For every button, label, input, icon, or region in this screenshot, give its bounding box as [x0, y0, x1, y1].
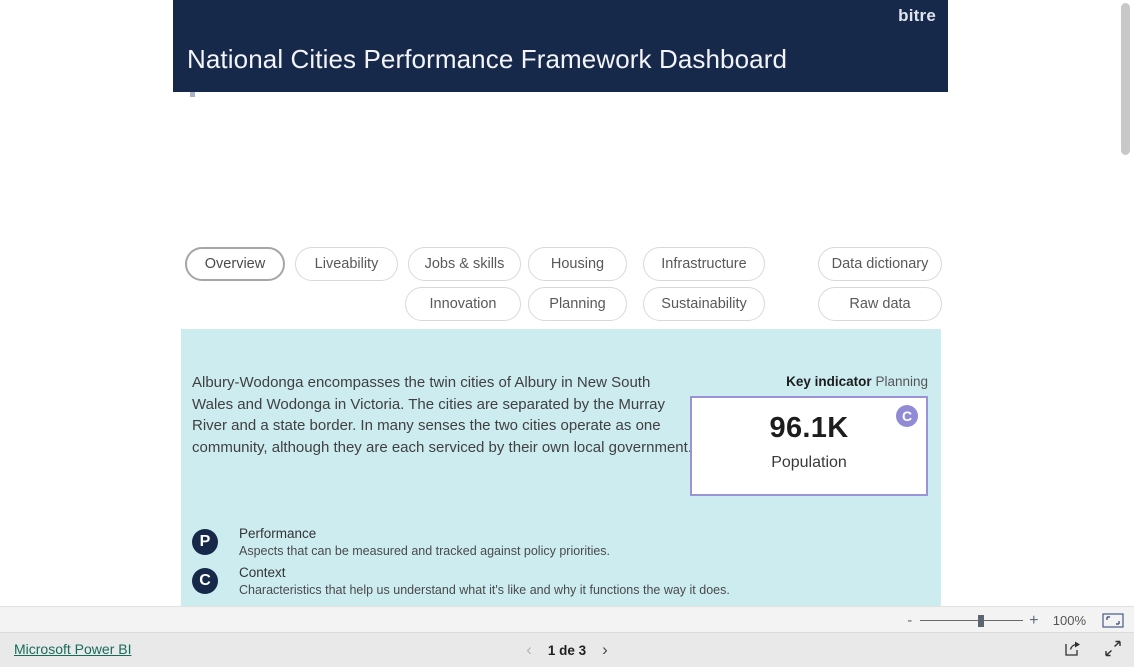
legend-row-context: C Context Characteristics that help us u…	[188, 565, 928, 606]
nav-row-secondary: Innovation Planning Sustainability Raw d…	[181, 287, 951, 321]
nav-button-jobs-skills[interactable]: Jobs & skills	[408, 247, 521, 281]
page-indicator-label: 1 de 3	[547, 642, 587, 658]
nav-button-overview[interactable]: Overview	[185, 247, 285, 281]
report-canvas: bitre National Cities Performance Framew…	[0, 0, 1134, 606]
report-footer: Microsoft Power BI ‹ 1 de 3 ›	[0, 633, 1134, 667]
zoom-toolbar: - + 100%	[0, 606, 1134, 633]
next-page-chevron-icon[interactable]: ›	[602, 641, 608, 658]
page-navigator: ‹ 1 de 3 ›	[0, 641, 1134, 658]
nav-button-sustainability[interactable]: Sustainability	[643, 287, 765, 321]
nav-button-planning[interactable]: Planning	[528, 287, 627, 321]
zoom-in-button[interactable]: +	[1025, 612, 1043, 630]
kpi-value: 96.1K	[769, 412, 849, 444]
zoom-controls: - + 100%	[902, 607, 1124, 634]
overview-content-panel: Albury-Wodonga encompasses the twin citi…	[181, 329, 941, 606]
nav-row-primary: Overview Liveability Jobs & skills Housi…	[181, 247, 951, 281]
context-badge-legend-icon: C	[192, 568, 218, 594]
fit-to-page-icon[interactable]	[1102, 613, 1124, 628]
vertical-scrollbar-thumb[interactable]	[1121, 3, 1130, 155]
fullscreen-icon[interactable]	[1104, 640, 1122, 657]
page-title: National Cities Performance Framework Da…	[187, 44, 788, 74]
nav-button-liveability[interactable]: Liveability	[295, 247, 398, 281]
legend-desc-context: Characteristics that help us understand …	[239, 583, 730, 597]
indicator-type-legend: P Performance Aspects that can be measur…	[188, 526, 928, 606]
zoom-slider-track	[919, 619, 1023, 621]
share-icon[interactable]	[1064, 640, 1082, 657]
nav-button-infrastructure[interactable]: Infrastructure	[643, 247, 765, 281]
header-artifact-dot	[190, 92, 195, 97]
previous-page-chevron-icon[interactable]: ‹	[526, 641, 532, 658]
zoom-slider-thumb[interactable]	[977, 614, 984, 627]
zoom-level-label: 100%	[1052, 613, 1086, 628]
performance-badge-icon: P	[192, 529, 218, 555]
nav-button-innovation[interactable]: Innovation	[405, 287, 521, 321]
legend-row-performance: P Performance Aspects that can be measur…	[188, 526, 928, 567]
legend-title-context: Context	[239, 565, 286, 580]
key-indicator-caption-category: Planning	[875, 374, 928, 389]
report-header-band: bitre National Cities Performance Framew…	[173, 0, 948, 92]
zoom-slider[interactable]	[919, 613, 1023, 629]
bitre-logo: bitre	[898, 6, 936, 25]
zoom-out-button[interactable]: -	[902, 612, 918, 629]
power-bi-report-viewer: bitre National Cities Performance Framew…	[0, 0, 1134, 667]
vertical-scrollbar[interactable]	[1117, 0, 1134, 606]
legend-title-performance: Performance	[239, 526, 317, 541]
kpi-label: Population	[771, 454, 847, 471]
nav-button-housing[interactable]: Housing	[528, 247, 627, 281]
nav-button-raw-data[interactable]: Raw data	[818, 287, 942, 321]
kpi-card-population[interactable]: C 96.1K Population	[690, 396, 928, 496]
city-description-text: Albury-Wodonga encompasses the twin citi…	[192, 374, 692, 456]
key-indicator-caption: Key indicator Planning	[690, 374, 928, 389]
key-indicator-block: Key indicator Planning C 96.1K Populatio…	[690, 374, 928, 496]
nav-button-data-dictionary[interactable]: Data dictionary	[818, 247, 942, 281]
footer-actions	[1064, 640, 1122, 657]
report-nav: Overview Liveability Jobs & skills Housi…	[181, 247, 951, 322]
legend-desc-performance: Aspects that can be measured and tracked…	[239, 544, 611, 558]
key-indicator-caption-bold: Key indicator	[786, 374, 872, 389]
